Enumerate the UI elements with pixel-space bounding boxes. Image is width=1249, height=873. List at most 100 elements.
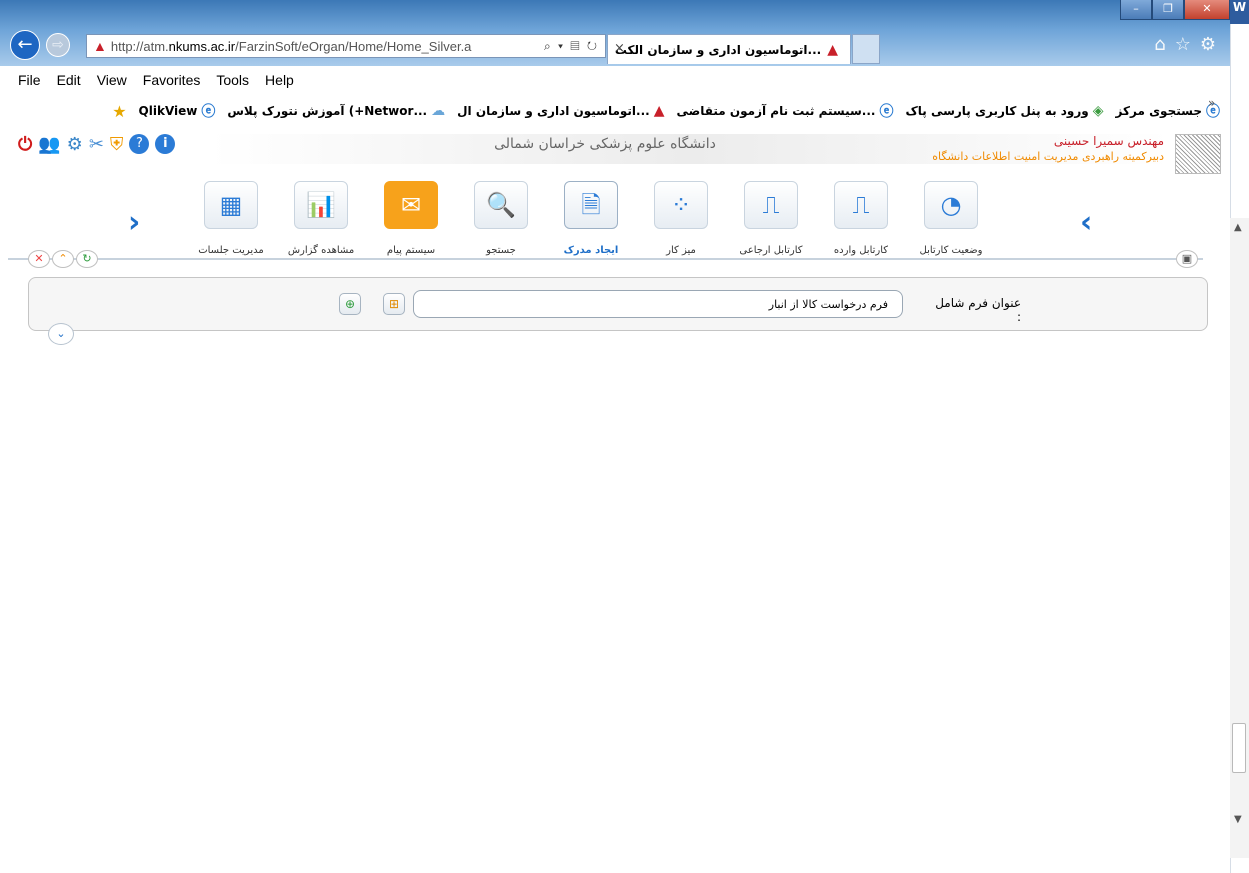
user-settings-icon[interactable]: ⚙	[67, 134, 83, 156]
menu-favorites[interactable]: Favorites	[135, 72, 209, 88]
address-bar-tools[interactable]: ⌕ ▾ ▤ ↻	[538, 39, 605, 54]
module-toolbar: › ▦ مدیریت جلسات 📊 مشاهده گزارش ✉ سیستم …	[0, 175, 1230, 269]
favorite-link[interactable]: ▲ ...اتوماسیون اداری و سازمان ال	[457, 103, 664, 119]
vertical-scrollbar[interactable]: ▲ ▼	[1230, 218, 1249, 858]
app-header: دانشگاه علوم پزشکی خراسان شمالی مهندس سم…	[0, 130, 1230, 175]
close-panel-icon[interactable]: ✕	[28, 250, 50, 268]
address-bar[interactable]: ▲ http://atm. nkums.ac.ir/FarzinSoft/eOrg…	[86, 34, 606, 58]
favorites-bar: ⓔ جستجوی مرکز ◈ ورود به پنل کاربری پارسی…	[0, 94, 1230, 128]
info-icon[interactable]: i	[155, 134, 176, 154]
favorite-label: QlikView	[138, 104, 198, 118]
favorite-label: جستجوی مرکز	[1115, 104, 1202, 118]
scroll-down-icon[interactable]: ▼	[1234, 814, 1242, 825]
inbox-status-icon: ◔	[924, 181, 978, 229]
module-label: میز کار	[666, 245, 696, 256]
power-icon[interactable]: ⏻	[18, 134, 32, 156]
scroll-up-icon[interactable]: ▲	[1234, 222, 1242, 233]
module-meetings[interactable]: ▦ مدیریت جلسات	[186, 181, 276, 256]
favorite-link[interactable]: ⓔ جستجوی مرکز	[1116, 101, 1220, 121]
back-button[interactable]: ←	[10, 30, 40, 60]
mail-icon: ✉	[384, 181, 438, 229]
module-label: ایجاد مدرک	[563, 245, 619, 256]
tab-close-icon[interactable]: ×	[614, 41, 625, 56]
module-create-document[interactable]: 🗎 ایجاد مدرک	[546, 175, 636, 268]
scrollbar-thumb[interactable]	[1232, 723, 1246, 773]
ie-page-icon: ⓔ	[879, 104, 894, 120]
collapse-up-icon[interactable]: ⌃	[52, 250, 74, 268]
favorites-overflow-icon[interactable]: »	[1208, 96, 1215, 110]
help-icon[interactable]: ?	[129, 134, 150, 154]
module-desk[interactable]: ⁘ میز کار	[636, 181, 726, 256]
module-label: وضعیت کارتابل	[919, 245, 983, 256]
referral-inbox-icon: ⎍	[744, 181, 798, 229]
module-list: ▦ مدیریت جلسات 📊 مشاهده گزارش ✉ سیستم پی…	[186, 175, 996, 269]
create-document-icon: 🗎	[564, 181, 618, 229]
form-title-input[interactable]	[413, 290, 903, 318]
module-inbox-status[interactable]: ◔ وضعیت کارتابل	[906, 181, 996, 256]
module-label: سیستم پیام	[386, 245, 436, 256]
refresh-icon[interactable]: ↻	[76, 250, 98, 268]
report-icon: 📊	[294, 181, 348, 229]
close-window-button[interactable]: ✕	[1184, 0, 1230, 20]
home-icon[interactable]: ⌂	[1154, 34, 1165, 55]
chevron-left-icon[interactable]: ‹	[1080, 205, 1092, 240]
module-reports[interactable]: 📊 مشاهده گزارش	[276, 181, 366, 256]
browser-right-icons: ⌂ ☆ ⚙	[1154, 34, 1216, 55]
add-favorite-star-icon[interactable]: ★	[112, 102, 126, 121]
filter-apply-icon[interactable]: ⊞	[383, 293, 405, 315]
menu-edit[interactable]: Edit	[49, 72, 89, 88]
chevron-right-icon[interactable]: ›	[128, 205, 140, 240]
user-name[interactable]: مهندس سمیرا حسینی	[1054, 134, 1164, 148]
panel-controls: ✕ ⌃ ↻	[28, 250, 98, 268]
url-prefix: http://atm.	[110, 38, 169, 54]
network-icon: ☁	[431, 103, 446, 119]
university-title: دانشگاه علوم پزشکی خراسان شمالی	[494, 136, 716, 152]
window-controls: – ❐ ✕	[1120, 0, 1230, 22]
favorite-link[interactable]: ☁ ...Networ+) آموزش نتورک پلاس	[227, 103, 445, 119]
site-favicon-icon: ▲	[93, 38, 107, 54]
parsipak-icon: ◈	[1092, 103, 1104, 119]
tab-favicon-icon: ▲	[827, 41, 838, 58]
module-label: کارتابل ارجاعی	[739, 245, 803, 256]
favorite-link[interactable]: ◈ ورود به پنل کاربری پارسی پاک	[905, 103, 1103, 119]
new-tab-button[interactable]	[852, 34, 880, 64]
users-icon[interactable]: 👥	[38, 134, 60, 156]
favorite-link[interactable]: ⓔ ...سیستم ثبت نام آزمون متقاضی	[677, 101, 894, 121]
favorite-label: ...سیستم ثبت نام آزمون متقاضی	[676, 104, 876, 118]
module-label: مدیریت جلسات	[198, 245, 264, 256]
calendar-small-icon[interactable]: ▣	[1176, 250, 1198, 268]
favorite-label: ...اتوماسیون اداری و سازمان ال	[457, 104, 650, 118]
expand-down-icon[interactable]: ⌄	[48, 323, 74, 345]
minimize-button[interactable]: –	[1120, 0, 1152, 20]
menu-file[interactable]: File	[10, 72, 49, 88]
module-label: مشاهده گزارش	[287, 245, 355, 256]
new-form-icon[interactable]: ⊕	[339, 293, 361, 315]
favorites-star-icon[interactable]: ☆	[1175, 34, 1191, 55]
settings-gear-icon[interactable]: ⚙	[1200, 34, 1216, 55]
module-messages[interactable]: ✉ سیستم پیام	[366, 181, 456, 256]
url-path: /FarzinSoft/eOrgan/Home/Home_Silver.a	[235, 38, 472, 54]
browser-tab-active[interactable]: ▲ ...اتوماسیون اداری و سازمان الکت ×	[607, 34, 851, 64]
favorite-link[interactable]: ⓔ QlikView	[139, 101, 216, 121]
filter-panel: عنوان فرم شامل : ⊞ ⊕	[28, 277, 1208, 331]
university-logo	[1175, 134, 1221, 174]
toolbar-divider	[8, 258, 1203, 260]
word-app-icon[interactable]: W	[1230, 0, 1249, 24]
url-host: nkums.ac.ir	[168, 38, 236, 54]
tools-icon[interactable]: ✂	[89, 134, 104, 156]
automation-logo-icon: ▲	[653, 103, 665, 119]
menu-tools[interactable]: Tools	[208, 72, 257, 88]
module-search[interactable]: 🔍 جستجو	[456, 181, 546, 256]
restore-button[interactable]: ❐	[1152, 0, 1184, 20]
browser-titlebar: – ❐ ✕ ← ⇨ ▲ http://atm. nkums.ac.ir/Farzi…	[0, 0, 1230, 66]
calendar-icon: ▦	[204, 181, 258, 229]
desk-icon: ⁘	[654, 181, 708, 229]
tab-title: ...اتوماسیون اداری و سازمان الکت	[614, 42, 822, 57]
shield-icon[interactable]: ⛨	[110, 134, 124, 156]
module-incoming-inbox[interactable]: ⎍ کارتابل وارده	[816, 181, 906, 256]
menu-view[interactable]: View	[89, 72, 135, 88]
module-referral-inbox[interactable]: ⎍ کارتابل ارجاعی	[726, 181, 816, 256]
favorite-label: ...Networ+) آموزش نتورک پلاس	[227, 104, 428, 118]
menu-help[interactable]: Help	[257, 72, 302, 88]
forward-button[interactable]: ⇨	[46, 33, 70, 57]
